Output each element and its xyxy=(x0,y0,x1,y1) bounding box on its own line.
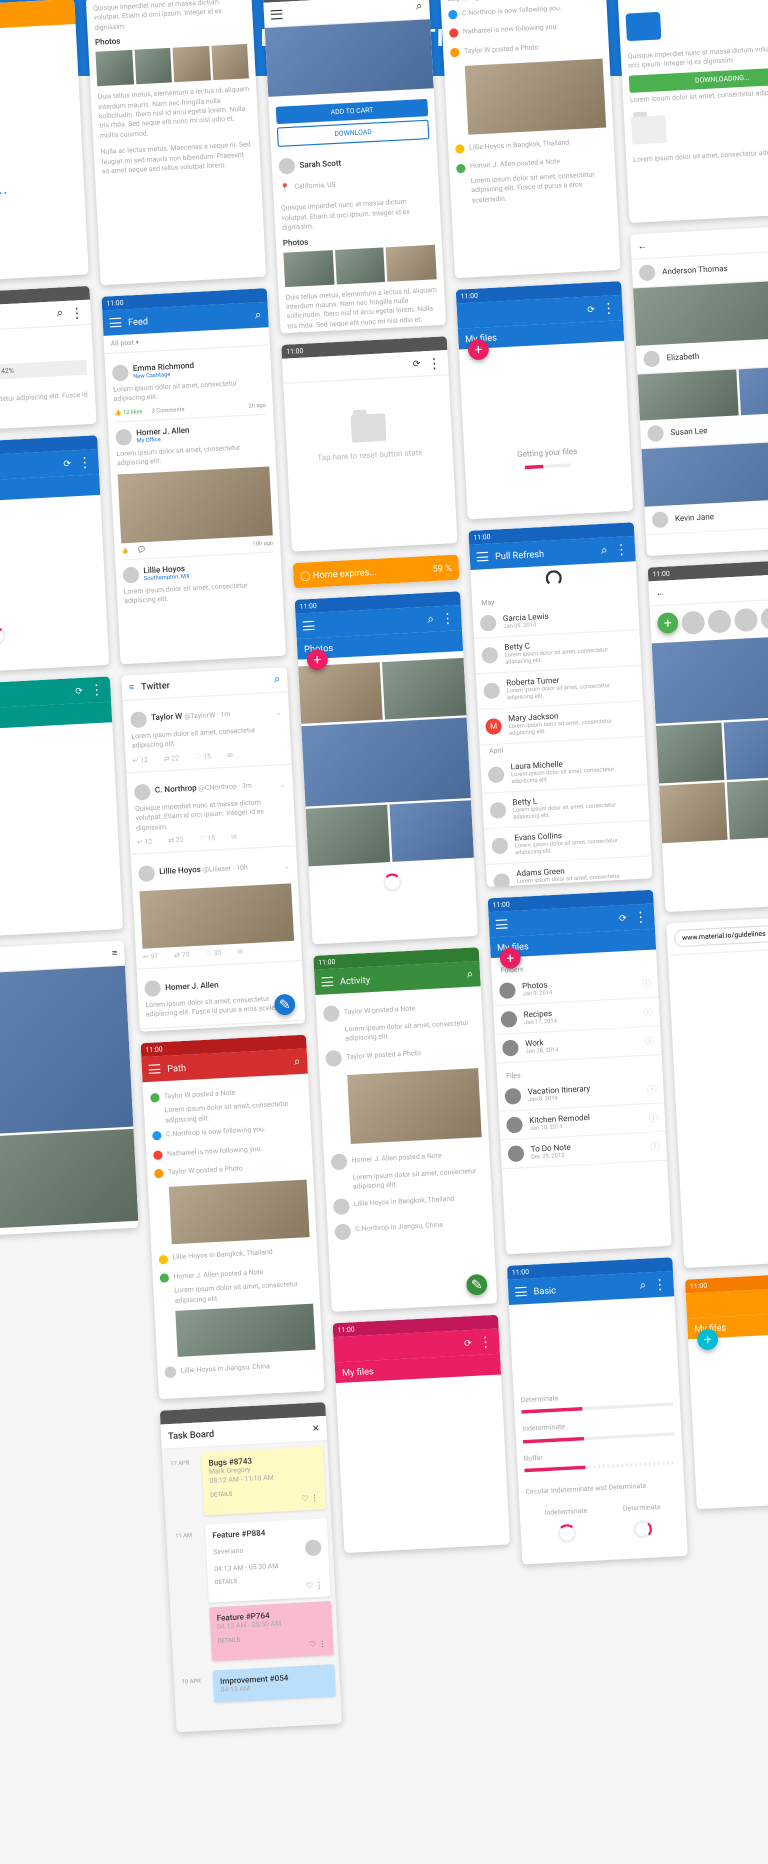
folder-icon[interactable] xyxy=(351,413,387,442)
back-icon[interactable]: ← xyxy=(637,241,647,252)
card-myfiles-teal: ⟳⋮ My files ◐ ◑ xyxy=(0,676,123,941)
card-getting-files: 11:00 ⟳⋮ My files + Getting your files xyxy=(456,281,633,519)
menu-icon[interactable] xyxy=(303,621,315,631)
search-icon[interactable]: ⌕ xyxy=(466,968,473,981)
fab-add[interactable]: + xyxy=(697,1329,719,1351)
card-image-mix: ←Image Mix Anderson Thomas Elizabeth Sus… xyxy=(630,224,768,556)
card-tap-reset: 11:00 ⟳ ⋮ Tap here to reset button state xyxy=(281,336,457,551)
card-myfiles-folders: 11:00 ⟳⋮ My files + Folders PhotosJan 9,… xyxy=(488,890,672,1255)
menu-icon[interactable] xyxy=(476,552,488,562)
refresh-icon[interactable]: ⟳ xyxy=(412,358,420,369)
refresh-icon[interactable]: ⟳ xyxy=(75,685,83,696)
card-materialx: ⌕ ⋮ MaterialX4.8 DOWNLOAD 42% scription … xyxy=(0,286,97,435)
chevron-down-icon[interactable]: ⌄ xyxy=(275,708,282,718)
card-feed: 11:00 Feed⌕ All post ▾ Emma RichmondNew … xyxy=(101,288,286,664)
more-icon[interactable]: ⋮ xyxy=(70,304,85,321)
toolbar: My files xyxy=(0,0,76,33)
card-timeline-1: Lorem ipsum dolor sit amet, consectetur … xyxy=(439,0,620,278)
card-expires: ◯ Home expires...59 % xyxy=(293,554,460,588)
menu-icon[interactable]: ≡ xyxy=(112,948,118,959)
fab-edit[interactable]: ✎ xyxy=(466,1274,488,1296)
refresh-icon[interactable]: ⟳ xyxy=(63,458,71,469)
card-activity: 11:00 Activity⌕ Taylor W posted a Note L… xyxy=(313,947,497,1312)
menu-icon[interactable] xyxy=(496,919,508,929)
card-myfiles-pink: 11:00 ⟳⋮ My files xyxy=(333,1315,510,1553)
card-percent: ≡Percent Quisque imperdiet nunc at massa… xyxy=(616,0,768,223)
card-article-1: Quisque imperdiet nunc at massa dictum v… xyxy=(86,0,266,285)
task-card[interactable]: Feature #P76404:13 AM - 05:30 AMDETAILS♡… xyxy=(209,1601,334,1661)
more-icon[interactable]: ⋮ xyxy=(77,454,92,471)
card-explore: 11:00 ←Explore + xyxy=(648,557,768,912)
refresh-spinner xyxy=(545,570,562,587)
card-imagefit: Image Fit≡ xyxy=(0,941,139,1241)
card-photos: 11:00 ⌕⋮ Photos + xyxy=(295,591,478,944)
info-icon: ⓘ xyxy=(641,977,651,990)
reply-icon[interactable]: ↩ 12 xyxy=(132,756,148,765)
spinner xyxy=(383,873,402,892)
search-icon[interactable]: ⌕ xyxy=(56,307,63,320)
search-icon[interactable]: ⌕ xyxy=(274,673,281,686)
menu-icon[interactable] xyxy=(149,1064,161,1074)
retweet-icon[interactable]: ⇄ 22 xyxy=(164,754,180,763)
search-icon[interactable]: ⌕ xyxy=(427,613,434,626)
more-icon[interactable]: ⋮ xyxy=(440,610,455,627)
card-path: 11:00 Path⌕ Taylor W posted a Note Lorem… xyxy=(141,1035,325,1400)
screenshot-grid: My files + ••• ⌕ ⋮ MaterialX4.8 DOWNLOAD… xyxy=(0,0,768,1860)
close-icon[interactable]: ✕ xyxy=(312,1423,320,1434)
menu-icon[interactable]: ≡ xyxy=(129,682,135,693)
task-card[interactable]: Improvement #05404:13 AM xyxy=(213,1664,336,1703)
card-taskboard: Task Board✕ 17 APR Bugs #8743Mark Gregor… xyxy=(160,1402,342,1732)
search-icon[interactable]: ⌕ xyxy=(601,544,608,557)
fab-add[interactable]: + xyxy=(468,339,490,361)
task-card[interactable]: Feature #P884Severiano04:13 AM - 05:30 A… xyxy=(205,1518,331,1603)
url-input[interactable] xyxy=(674,920,768,948)
menu-icon[interactable] xyxy=(271,9,283,19)
card-browser xyxy=(666,913,768,1269)
spinner xyxy=(0,627,6,646)
menu-icon[interactable] xyxy=(515,1287,527,1297)
menu-icon[interactable] xyxy=(321,977,333,987)
loading-dots: ••• xyxy=(0,185,85,203)
image-icon xyxy=(626,12,662,41)
refresh-icon[interactable]: ⟳ xyxy=(464,1337,472,1348)
share-icon[interactable]: ✉ xyxy=(227,751,233,759)
like-icon[interactable]: ♡ 15 xyxy=(195,753,211,762)
download-button[interactable]: DOWNLOAD xyxy=(277,120,430,147)
more-icon[interactable]: ⋮ xyxy=(427,354,442,371)
refresh-icon[interactable]: ⟳ xyxy=(587,304,595,315)
fab-add[interactable]: + xyxy=(657,612,679,634)
folder-icon xyxy=(631,115,667,144)
card-myfiles-blue: 11:00 ⟳⋮ My files xyxy=(0,435,109,676)
search-icon[interactable]: ⌕ xyxy=(294,1055,301,1068)
back-icon[interactable]: ← xyxy=(656,587,666,598)
menu-icon[interactable] xyxy=(109,318,121,328)
card-twitter: ≡Twitter⌕ Taylor W @TaylorW · 1m⌄Lorem i… xyxy=(121,667,305,1032)
search-icon[interactable]: ⌕ xyxy=(255,309,262,322)
card-myfiles-orange: My files + ••• xyxy=(0,0,89,283)
search-icon[interactable]: ⌕ xyxy=(416,0,423,13)
card-pull-refresh: 11:00 Pull Refresh⌕⋮ May Garcia LewisJan… xyxy=(468,522,652,887)
refresh-icon[interactable]: ⟳ xyxy=(619,912,627,923)
task-card[interactable]: Bugs #8743Mark Gregory08:12 AM - 11:10 A… xyxy=(201,1446,326,1515)
card-product: ⌕ ADD TO CART DOWNLOAD Sarah Scott 📍Cali… xyxy=(263,0,446,333)
card-myfiles-orange2: 11:00 ⟳⋮ My files + xyxy=(685,1268,768,1509)
card-basic: 11:00 Basic⌕⋮ Determinate Indeterminate … xyxy=(507,1257,688,1564)
search-icon[interactable]: ⌕ xyxy=(639,1279,646,1292)
